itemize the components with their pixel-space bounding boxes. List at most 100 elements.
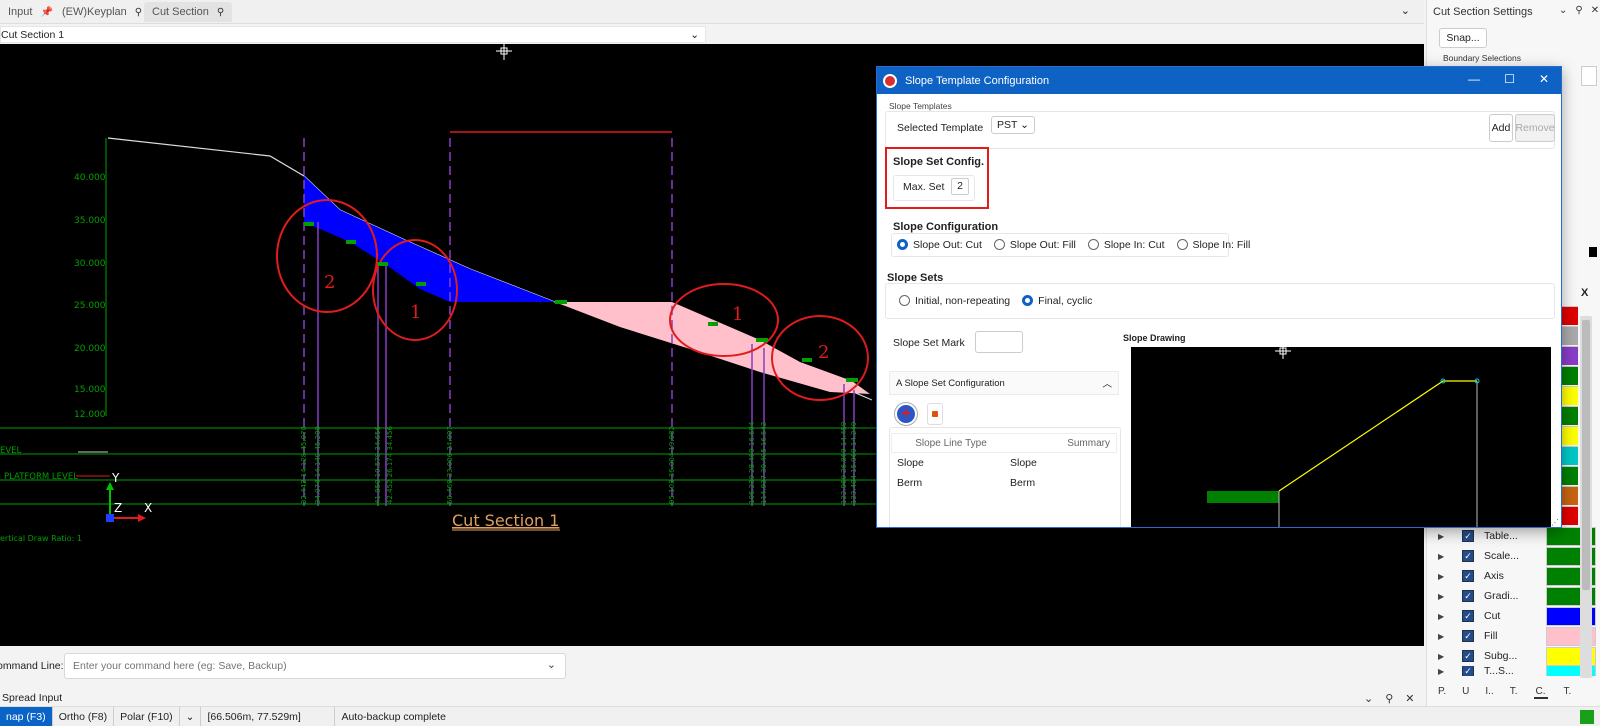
templates-group	[885, 111, 1555, 149]
radio-slope-out-fill[interactable]: Slope Out: Fill	[993, 239, 1076, 251]
layer-row[interactable]: ▶ ✓ T...S...	[1438, 666, 1596, 676]
expand-icon[interactable]: ▶	[1438, 572, 1462, 581]
visibility-checkbox[interactable]: ✓	[1462, 550, 1474, 562]
expand-icon[interactable]: ▶	[1438, 632, 1462, 641]
polar-dropdown[interactable]: ⌄	[180, 706, 202, 726]
panel-tab[interactable]: U	[1462, 686, 1469, 699]
layer-row[interactable]: ▶ ✓ Subg...	[1438, 646, 1596, 666]
color-swatch[interactable]	[1562, 406, 1578, 425]
layer-name: Subg...	[1484, 650, 1518, 662]
layer-row[interactable]: ▶ ✓ Scale...	[1438, 546, 1596, 566]
delete-line-button[interactable]	[927, 403, 943, 425]
expand-icon[interactable]: ▶	[1438, 552, 1462, 561]
visibility-checkbox[interactable]: ✓	[1462, 666, 1474, 676]
a-slope-set-config-expander[interactable]: A Slope Set Configuration ︿	[889, 371, 1119, 395]
close-icon[interactable]: ✕	[1405, 692, 1414, 705]
max-set-input[interactable]: 2	[951, 178, 969, 195]
color-swatch[interactable]	[1562, 466, 1578, 485]
snap-button[interactable]: Snap...	[1439, 28, 1487, 48]
radio-final-cyclic[interactable]: Final, cyclic	[1022, 295, 1092, 307]
tab-input[interactable]: Input 📌	[0, 2, 61, 22]
layer-row[interactable]: ▶ ✓ Axis	[1438, 566, 1596, 586]
snap-toggle[interactable]: nap (F3)	[0, 706, 53, 726]
chevron-down-icon[interactable]: ⌄	[547, 658, 556, 671]
chevron-down-icon: ⌄	[690, 28, 699, 41]
panel-tab[interactable]: I..	[1485, 686, 1493, 699]
template-dropdown[interactable]: PST ⌄	[991, 116, 1035, 134]
ortho-toggle[interactable]: Ortho (F8)	[53, 706, 115, 726]
pin-icon[interactable]: 📌	[40, 7, 52, 18]
elevation-label: 12.000	[74, 410, 106, 420]
panel-tab[interactable]: C.	[1533, 686, 1548, 699]
resize-grip-icon[interactable]: ⋰	[1551, 518, 1559, 527]
visibility-checkbox[interactable]: ✓	[1462, 530, 1474, 542]
layer-name: Fill	[1484, 630, 1498, 642]
expand-icon[interactable]: ▶	[1438, 532, 1462, 541]
color-swatch[interactable]	[1562, 366, 1578, 385]
maximize-icon[interactable]: ☐	[1504, 72, 1515, 86]
panel-tab[interactable]: P.	[1438, 686, 1446, 699]
dialog-titlebar[interactable]: Slope Template Configuration — ☐ ✕	[877, 67, 1561, 94]
layer-row[interactable]: ▶ ✓ Gradi...	[1438, 586, 1596, 606]
radio-slope-out-cut[interactable]: Slope Out: Cut	[897, 239, 982, 251]
visibility-checkbox[interactable]: ✓	[1462, 590, 1474, 602]
color-swatch[interactable]	[1562, 306, 1578, 325]
layer-name: Axis	[1484, 570, 1504, 582]
chevron-down-icon[interactable]: ⌄	[1364, 692, 1373, 705]
tab-ew-keyplan[interactable]: (EW)Keyplan ⚲	[54, 2, 150, 22]
radio-initial-non-repeating[interactable]: Initial, non-repeating	[899, 295, 1010, 307]
expand-icon[interactable]: ▶	[1438, 592, 1462, 601]
slope-drawing-canvas[interactable]	[1131, 343, 1551, 527]
pin-icon[interactable]: ⚲	[1575, 5, 1582, 16]
color-swatch[interactable]	[1562, 506, 1578, 525]
panel-title: Cut Section Settings	[1433, 6, 1533, 18]
radio-slope-in-fill[interactable]: Slope In: Fill	[1176, 239, 1250, 251]
layer-row[interactable]: ▶ ✓ Cut	[1438, 606, 1596, 626]
layer-row[interactable]: ▶ ✓ Table...	[1438, 526, 1596, 546]
annotation-number: 2	[324, 272, 335, 293]
visibility-checkbox[interactable]: ✓	[1462, 650, 1474, 662]
tab-cut-section[interactable]: Cut Section ⚲	[144, 2, 233, 22]
layers-scrollbar[interactable]	[1580, 316, 1592, 678]
station-label: 123.404 15.969 14.249	[850, 422, 858, 504]
close-icon[interactable]: X	[1581, 287, 1588, 299]
chevron-up-icon: ︿	[1102, 379, 1112, 390]
panel-tab[interactable]: T.	[1564, 686, 1572, 699]
pin-icon[interactable]: ⚲	[1385, 692, 1393, 705]
color-swatch[interactable]	[1562, 386, 1578, 405]
command-input[interactable]	[64, 653, 566, 679]
visibility-checkbox[interactable]: ✓	[1462, 610, 1474, 622]
visibility-checkbox[interactable]: ✓	[1462, 570, 1474, 582]
minimize-icon[interactable]: —	[1468, 72, 1480, 86]
chevron-down-icon[interactable]: ⌄	[1559, 5, 1567, 16]
pin-icon[interactable]: ⚲	[135, 7, 142, 18]
color-swatch[interactable]	[1562, 486, 1578, 505]
expand-icon[interactable]: ▶	[1438, 612, 1462, 621]
layer-row[interactable]: ▶ ✓ Fill	[1438, 626, 1596, 646]
axis-x-label: X	[144, 501, 152, 515]
chevron-down-icon[interactable]: ⌄	[1401, 4, 1410, 17]
pin-icon[interactable]: ⚲	[217, 7, 224, 18]
color-swatch[interactable]	[1562, 446, 1578, 465]
color-swatch[interactable]	[1562, 326, 1578, 345]
panel-tab[interactable]: T.	[1510, 686, 1518, 699]
radio-slope-in-cut[interactable]: Slope In: Cut	[1087, 239, 1165, 251]
boundary-field[interactable]	[1581, 66, 1597, 86]
polar-toggle[interactable]: Polar (F10)	[114, 706, 180, 726]
expand-icon[interactable]: ▶	[1438, 667, 1462, 676]
sheet-dropdown[interactable]: Cut Section 1 ⌄	[0, 26, 706, 43]
close-icon[interactable]: ✕	[1591, 5, 1599, 16]
add-line-icon[interactable]: +	[895, 403, 917, 425]
slope-set-mark-input[interactable]	[975, 331, 1023, 353]
station-label: 50.469 33.006 24.097	[446, 426, 454, 504]
add-button[interactable]: Add	[1489, 114, 1513, 142]
close-icon[interactable]: ✕	[1539, 72, 1549, 86]
visibility-checkbox[interactable]: ✓	[1462, 630, 1474, 642]
expand-icon[interactable]: ▶	[1438, 652, 1462, 661]
scrollbar-thumb[interactable]	[1582, 320, 1590, 590]
tab-label: Cut Section	[152, 6, 209, 18]
color-swatch[interactable]	[1562, 426, 1578, 445]
color-swatch[interactable]	[1562, 346, 1578, 365]
remove-button[interactable]: Remove	[1515, 114, 1555, 142]
tab-label: Input	[8, 6, 33, 18]
